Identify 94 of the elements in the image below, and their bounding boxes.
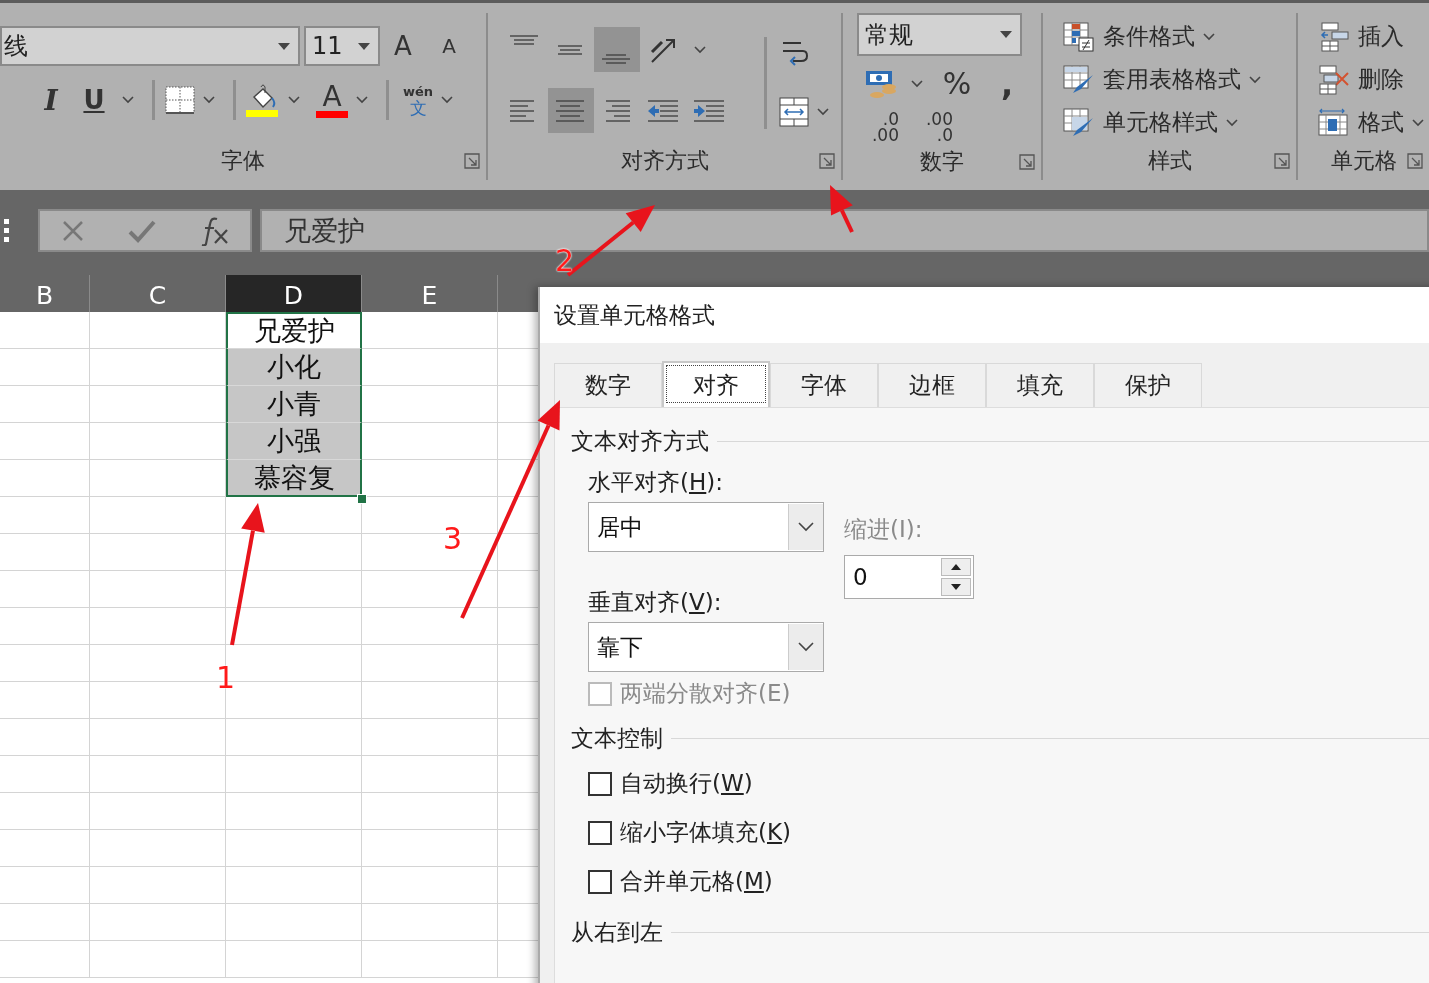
caret-icon[interactable]	[1203, 32, 1215, 41]
table-style-icon[interactable]	[1063, 64, 1095, 95]
dropdown-arrow-icon[interactable]	[358, 42, 370, 50]
font-color-button[interactable]: A	[316, 82, 348, 118]
tab[interactable]: 字体	[770, 363, 878, 407]
ribbon-command[interactable]: 套用表格格式	[1103, 64, 1241, 95]
caret-icon[interactable]	[122, 96, 134, 104]
annotation-arrow	[830, 185, 854, 233]
ribbon-command[interactable]: 条件格式	[1103, 21, 1195, 52]
tab[interactable]: 填充	[986, 363, 1094, 407]
checkmark-icon[interactable]	[128, 218, 156, 243]
ribbon-command[interactable]: 删除	[1358, 64, 1404, 95]
font-name-dropdown[interactable]: 线	[0, 26, 300, 66]
checkbox-label: 缩小字体填充(K)	[620, 818, 792, 847]
column-header[interactable]: D	[226, 275, 362, 312]
checkbox-label: 自动换行(W)	[620, 769, 753, 798]
percent-button[interactable]: %	[937, 66, 977, 101]
group-label: 对齐方式	[620, 147, 709, 175]
tab[interactable]: 对齐	[662, 361, 770, 407]
ribbon-command[interactable]: 格式	[1358, 107, 1404, 138]
tab[interactable]: 边框	[878, 363, 986, 407]
horizontal-align-dropdown[interactable]: 居中	[588, 502, 824, 552]
money-icon[interactable]	[865, 68, 897, 99]
annotation-number: 3	[443, 521, 463, 556]
section-title: 文本控制	[571, 724, 663, 753]
caret-icon[interactable]	[356, 96, 368, 104]
dropdown-arrow-icon[interactable]	[278, 42, 290, 50]
dialog-launcher-icon[interactable]	[464, 153, 480, 169]
group-label: 字体	[221, 147, 265, 175]
phonetic-guide-button[interactable]: wén 文	[403, 84, 434, 116]
table-cell[interactable]: 小强	[226, 423, 362, 460]
column-header[interactable]: E	[362, 275, 498, 312]
tab[interactable]: 数字	[554, 363, 662, 407]
column-header[interactable]: B	[0, 275, 90, 312]
caret-icon	[694, 45, 706, 54]
ribbon-command[interactable]: 插入	[1358, 21, 1404, 52]
spin-up-icon[interactable]	[941, 558, 971, 576]
group-label: 样式	[1147, 147, 1192, 175]
caret-icon[interactable]	[1412, 118, 1424, 127]
table-cell[interactable]: 慕容复	[226, 460, 362, 497]
field-label: 垂直对齐(V):	[588, 588, 723, 617]
checkbox-label: 两端分散对齐(E)	[620, 679, 791, 708]
increase-decimal-button[interactable]: .0 .00	[865, 111, 899, 143]
chevron-down-icon[interactable]	[798, 522, 814, 532]
italic-button[interactable]: I	[28, 80, 74, 120]
caret-icon[interactable]	[441, 96, 454, 104]
fill-handle[interactable]	[357, 494, 367, 504]
number-format-dropdown[interactable]: 常规	[857, 13, 1022, 56]
borders-icon[interactable]	[165, 86, 195, 114]
caret-icon[interactable]	[203, 96, 215, 104]
comma-style-button[interactable]: ,	[987, 68, 1027, 99]
dialog-launcher-icon[interactable]	[1019, 153, 1035, 170]
caret-icon[interactable]	[1249, 75, 1261, 84]
dialog-launcher-icon[interactable]	[819, 153, 835, 169]
caret-icon[interactable]	[911, 79, 923, 88]
annotation-number: 1	[216, 660, 236, 695]
tab[interactable]: 保护	[1094, 363, 1202, 407]
vertical-align-dropdown[interactable]: 靠下	[588, 622, 824, 672]
grow-font-button[interactable]: A	[380, 26, 426, 66]
decrease-decimal-button[interactable]: .00 .0	[919, 111, 953, 143]
field-label: 缩进(I):	[844, 515, 924, 544]
underline-button[interactable]: U	[74, 80, 114, 120]
table-cell[interactable]: 小化	[226, 349, 362, 386]
caret-icon[interactable]	[288, 96, 300, 104]
checkbox-label: 合并单元格(M)	[620, 867, 773, 896]
more-options-icon[interactable]	[4, 218, 10, 243]
format-cells-icon[interactable]	[1318, 107, 1350, 138]
group-label: 数字	[920, 147, 964, 176]
dialog-launcher-icon[interactable]	[1274, 153, 1290, 169]
section-title: 从右到左	[571, 918, 663, 947]
dropdown-arrow-icon[interactable]	[1000, 31, 1012, 38]
field-label: 水平对齐(H):	[588, 468, 724, 497]
checkbox[interactable]	[588, 820, 612, 845]
ribbon-command[interactable]: 单元格样式	[1103, 107, 1218, 138]
delete-cells-icon[interactable]	[1318, 64, 1350, 95]
table-cell[interactable]: 小青	[226, 386, 362, 423]
merge-cells-icon[interactable]	[779, 97, 809, 127]
cell-style-icon[interactable]	[1063, 107, 1095, 138]
font-size-dropdown[interactable]: 11	[304, 26, 380, 66]
spin-down-icon[interactable]	[941, 578, 971, 596]
table-cell[interactable]: 兄爱护	[226, 312, 362, 349]
group-label: 单元格	[1330, 147, 1397, 175]
insert-cells-icon[interactable]	[1318, 21, 1350, 52]
caret-icon[interactable]	[817, 108, 829, 116]
dialog-launcher-icon[interactable]	[1407, 153, 1423, 169]
section-title: 文本对齐方式	[571, 427, 709, 456]
checkbox[interactable]	[588, 869, 612, 894]
shrink-font-button[interactable]: A	[426, 26, 472, 66]
fill-color-icon[interactable]	[246, 83, 280, 117]
caret-icon[interactable]	[1226, 118, 1238, 127]
checkbox[interactable]	[588, 771, 612, 796]
dialog-title: 设置单元格格式	[540, 287, 1429, 343]
conditional-format-icon[interactable]	[1063, 21, 1095, 52]
chevron-down-icon[interactable]	[798, 642, 814, 652]
